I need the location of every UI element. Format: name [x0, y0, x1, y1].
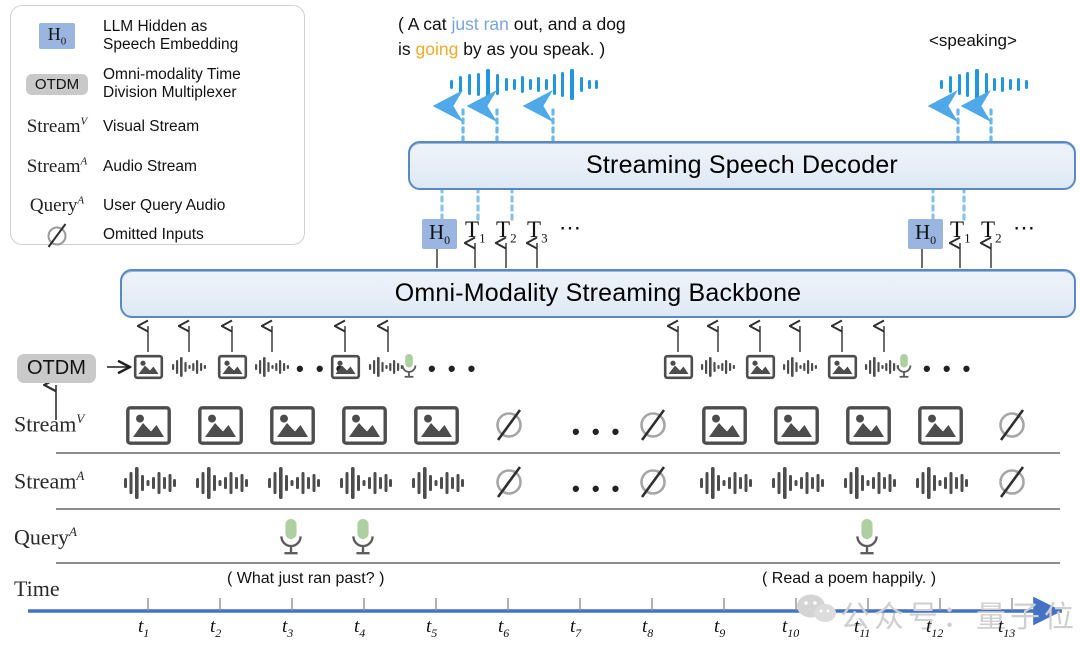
- token-h0-right-base: H: [915, 220, 931, 244]
- stream-v-image-icon: [774, 406, 819, 445]
- speech-waveform-right: [940, 69, 1028, 100]
- otdm-image-icon: [745, 354, 776, 380]
- speech-waveform-left: [450, 69, 598, 100]
- wechat-logo-icon: [797, 594, 836, 622]
- token-ellipsis-right: ⋯: [1013, 215, 1035, 240]
- connector-overlay: [28, 69, 1062, 626]
- stream-a-audio-icon: [700, 466, 752, 500]
- otdm-audio-icon: [783, 356, 818, 378]
- stream-a-omitted-icon: [995, 461, 1029, 503]
- otdm-microphone-icon: [895, 353, 913, 380]
- stream-a-audio-icon: [196, 466, 248, 500]
- row-label-query-a: QueryA: [14, 524, 77, 550]
- token-t2-right: T2: [981, 217, 1002, 246]
- stream-v-image-icon: [918, 406, 963, 445]
- stream-v-ellipsis: • • •: [572, 419, 623, 444]
- stream-v-image-icon: [846, 406, 891, 445]
- stream-v-omitted-icon: [492, 404, 526, 446]
- streaming-speech-decoder-box[interactable]: Streaming Speech Decoder: [408, 141, 1076, 190]
- time-tick-label: t6: [498, 616, 510, 640]
- row-label-time: Time: [14, 576, 60, 601]
- otdm-microphone-icon: [400, 353, 418, 380]
- token-h0-right: H0: [908, 219, 944, 250]
- token-h0-left: H0: [422, 219, 458, 250]
- otdm-image-icon: [330, 354, 361, 380]
- divider-stream-v: [56, 452, 1060, 454]
- decoder-to-speech-arrows: [432, 90, 993, 143]
- omni-modality-backbone-box[interactable]: Omni-Modality Streaming Backbone: [120, 269, 1076, 318]
- otdm-image-icon: [827, 354, 858, 380]
- watermark: 公众号：量子位: [840, 600, 1078, 635]
- stream-a-omitted-icon: [636, 461, 670, 503]
- stream-v-image-icon: [414, 406, 459, 445]
- query-microphone-icon: [350, 518, 376, 558]
- stream-v-omitted-icon: [636, 404, 670, 446]
- otdm-to-backbone-arrows: [148, 326, 885, 352]
- query-microphone-icon: [854, 518, 880, 558]
- time-tick-label: t5: [426, 616, 438, 640]
- query-caption-second: ( Read a poem happily. ): [762, 570, 937, 587]
- token-t1-right: T1: [950, 217, 971, 246]
- time-tick-label: t8: [642, 616, 654, 640]
- time-tick-label: t3: [282, 616, 294, 640]
- otdm-audio-icon: [369, 356, 404, 378]
- token-t3-left: T3: [527, 217, 548, 246]
- otdm-audio-icon: [255, 356, 290, 378]
- otdm-image-icon: [133, 354, 164, 380]
- otdm-audio-icon: [172, 356, 207, 378]
- diagram-canvas: H0 LLM Hidden as Speech Embedding OTDM O…: [0, 0, 1080, 647]
- query-microphone-icon: [278, 518, 304, 558]
- row-label-stream-v-base: Stream: [14, 411, 77, 437]
- row-label-stream-v-sup: V: [76, 411, 85, 426]
- row-label-stream-a: StreamA: [14, 468, 84, 494]
- row-label-stream-a-base: Stream: [14, 468, 77, 494]
- stream-a-audio-icon: [340, 466, 392, 500]
- stream-a-audio-icon: [772, 466, 824, 500]
- stream-a-omitted-icon: [492, 461, 526, 503]
- time-tick-label: t12: [926, 616, 944, 640]
- stream-a-ellipsis: • • •: [572, 476, 623, 501]
- stream-v-image-icon: [270, 406, 315, 445]
- stream-a-audio-icon: [268, 466, 320, 500]
- stream-v-image-icon: [126, 406, 171, 445]
- tokens-to-decoder-arrows: [440, 188, 966, 221]
- row-label-stream-a-sup: A: [76, 468, 85, 483]
- row-label-query-a-sup: A: [68, 524, 77, 539]
- divider-query-a: [56, 562, 1060, 564]
- time-tick-label: t13: [998, 616, 1016, 640]
- otdm-image-icon: [663, 354, 694, 380]
- token-h0-right-sub: 0: [930, 233, 937, 248]
- time-tick-label: t2: [210, 616, 222, 640]
- row-label-query-a-base: Query: [14, 524, 69, 550]
- time-tick-label: t10: [782, 616, 800, 640]
- stream-v-image-icon: [342, 406, 387, 445]
- token-t1-left: T1: [465, 217, 486, 246]
- stream-v-omitted-icon: [995, 404, 1029, 446]
- stream-v-image-icon: [198, 406, 243, 445]
- stream-a-audio-icon: [844, 466, 896, 500]
- stream-a-audio-icon: [124, 466, 176, 500]
- otdm-ellipsis-mid: • • •: [428, 356, 479, 381]
- otdm-chip[interactable]: OTDM: [17, 354, 96, 383]
- token-h0-left-base: H: [429, 220, 445, 244]
- divider-stream-a: [56, 508, 1060, 510]
- otdm-ellipsis-right: • • •: [923, 356, 974, 381]
- token-ellipsis-left: ⋯: [559, 215, 581, 240]
- time-tick-label: t11: [854, 616, 871, 640]
- stream-a-audio-icon: [412, 466, 464, 500]
- time-tick-label: t7: [570, 616, 582, 640]
- row-label-stream-v: StreamV: [14, 411, 84, 437]
- stream-v-image-icon: [702, 406, 747, 445]
- otdm-audio-icon: [701, 356, 736, 378]
- token-t2-left: T2: [496, 217, 517, 246]
- otdm-image-icon: [217, 354, 248, 380]
- time-tick-label: t1: [138, 616, 150, 640]
- token-h0-left-sub: 0: [444, 233, 451, 248]
- query-caption-first: ( What just ran past? ): [227, 570, 385, 587]
- time-tick-label: t4: [354, 616, 366, 640]
- stream-a-audio-icon: [916, 466, 968, 500]
- time-tick-label: t9: [714, 616, 726, 640]
